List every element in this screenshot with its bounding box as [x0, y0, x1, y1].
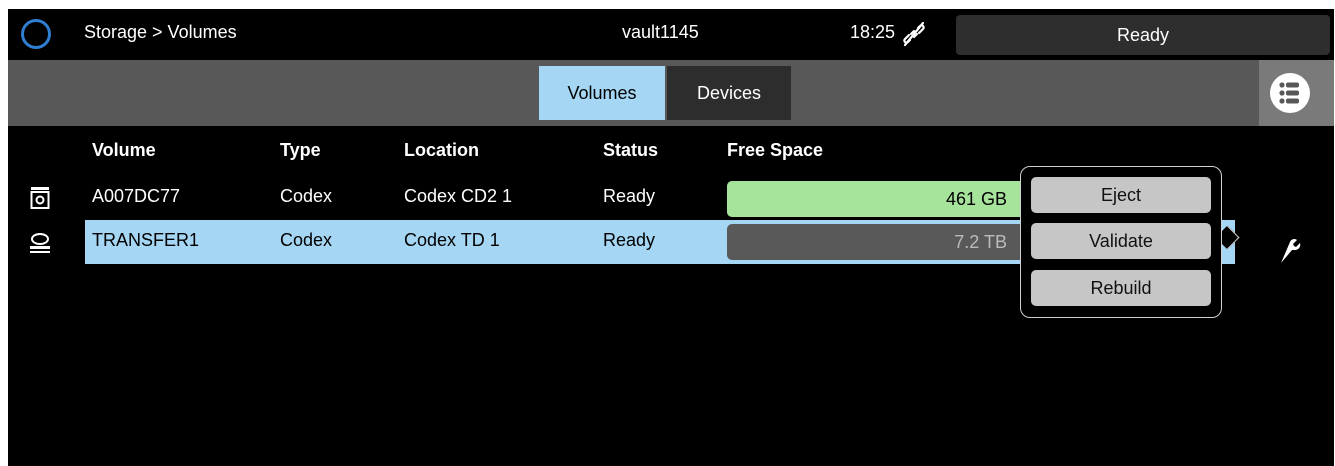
validate-button[interactable]: Validate: [1031, 223, 1211, 259]
volume-type: Codex: [280, 186, 333, 206]
toolbar: Volumes Devices: [8, 60, 1334, 126]
volume-status: Ready: [603, 230, 656, 250]
column-header-status[interactable]: Status: [603, 140, 658, 161]
free-space-value: 461 GB: [945, 189, 1007, 209]
volume-name: A007DC77: [92, 186, 181, 206]
menu-area: [1259, 60, 1334, 126]
hostname: vault1145: [622, 22, 699, 42]
volume-action-menu: Eject Validate Rebuild: [1020, 166, 1222, 318]
column-header-volume[interactable]: Volume: [92, 140, 156, 161]
tab-volumes[interactable]: Volumes: [539, 66, 665, 120]
volume-name: TRANSFER1: [92, 230, 200, 250]
column-header-type[interactable]: Type: [280, 140, 321, 161]
column-header-free-space[interactable]: Free Space: [727, 140, 823, 161]
tab-devices[interactable]: Devices: [667, 66, 791, 120]
volume-location: Codex TD 1: [404, 230, 500, 250]
list-menu-icon[interactable]: [1270, 73, 1310, 113]
column-header-location[interactable]: Location: [404, 140, 479, 161]
volume-type: Codex: [280, 230, 333, 250]
logo-ring-icon[interactable]: [21, 19, 51, 49]
disk-drive-icon: [30, 233, 50, 253]
volume-status: Ready: [603, 186, 656, 206]
volume-location: Codex CD2 1: [404, 186, 513, 206]
free-space-value: 7.2 TB: [954, 232, 1007, 252]
drive-icon: [30, 187, 50, 209]
wrench-icon[interactable]: [1272, 235, 1302, 265]
clock: 18:25: [850, 22, 896, 42]
eject-button[interactable]: Eject: [1031, 177, 1211, 213]
app-window: Storage > Volumes vault1145 18:25 Ready …: [8, 9, 1334, 466]
disconnected-link-icon: [903, 21, 925, 47]
rebuild-button[interactable]: Rebuild: [1031, 270, 1211, 306]
top-bar: Storage > Volumes vault1145 18:25 Ready: [8, 9, 1334, 60]
breadcrumb: Storage > Volumes: [84, 22, 237, 42]
system-status: Ready: [956, 15, 1330, 55]
